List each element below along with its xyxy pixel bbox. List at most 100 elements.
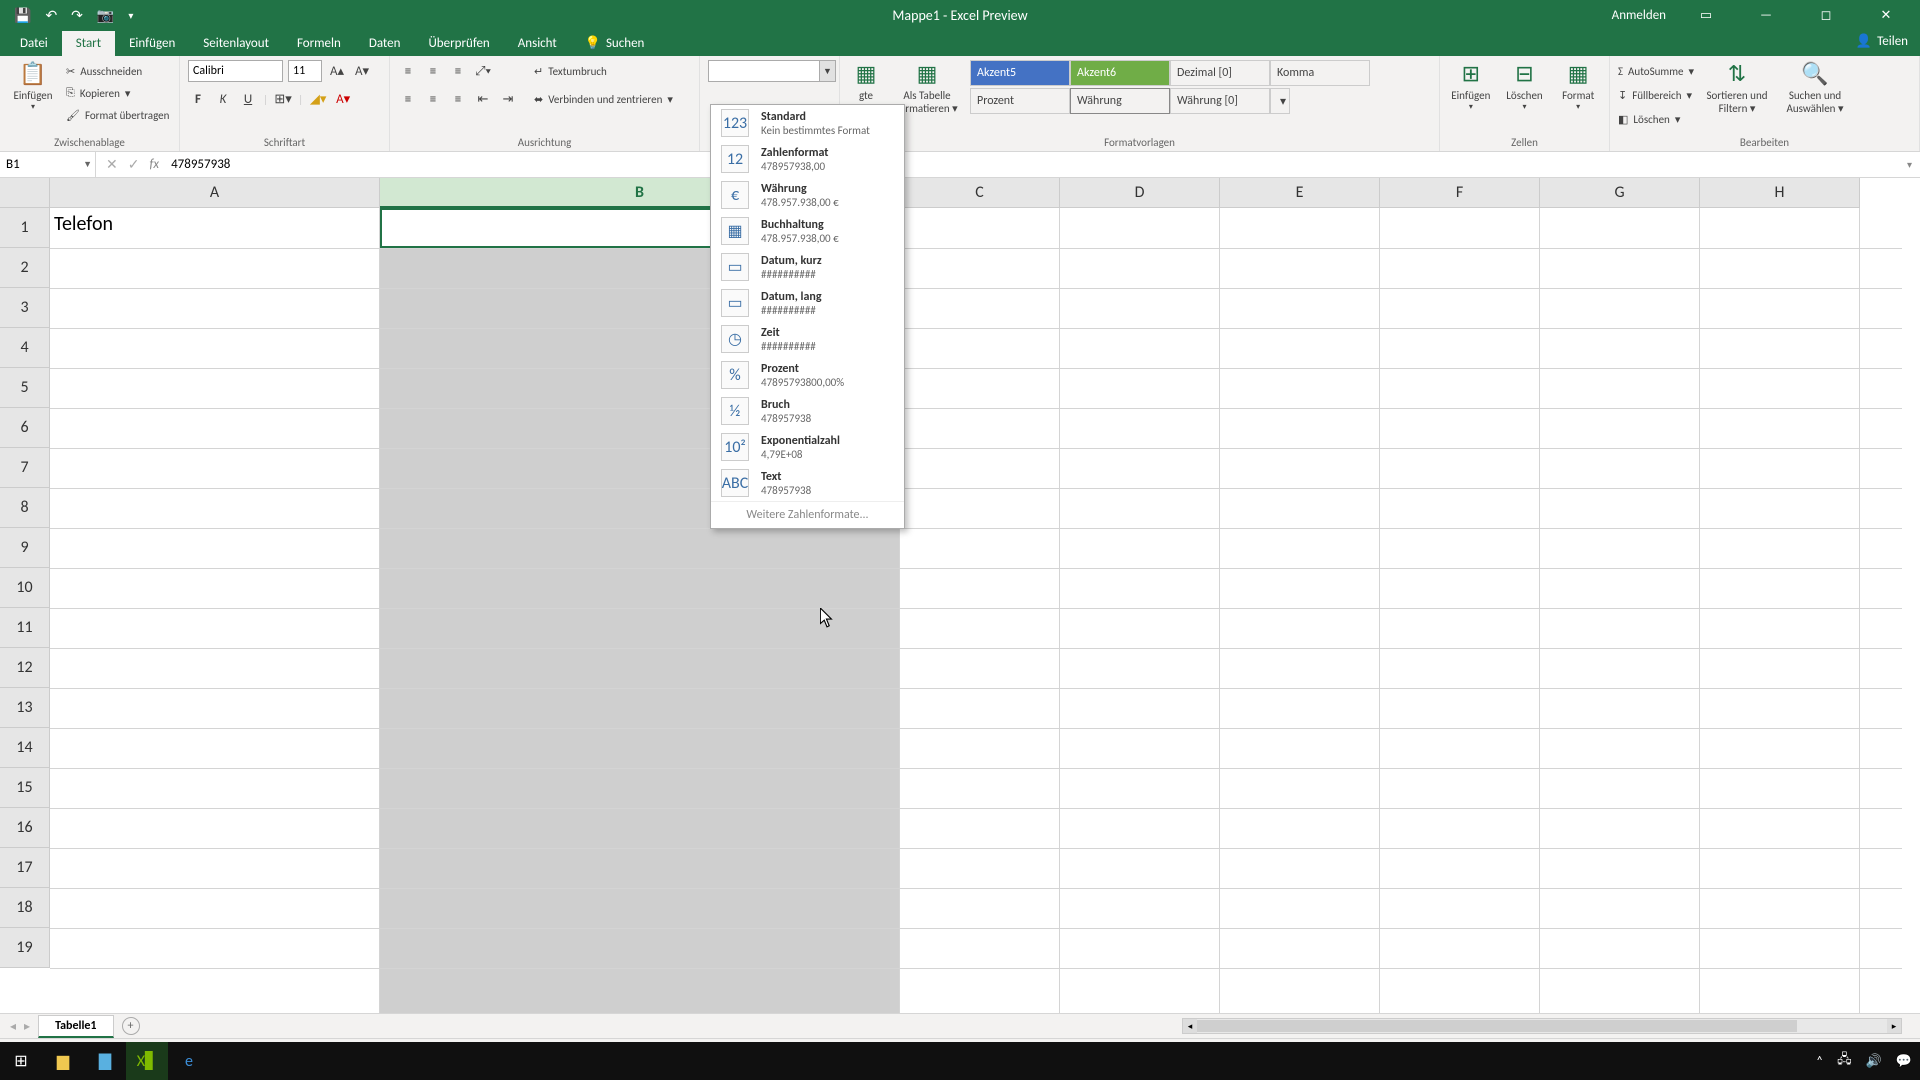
row-header[interactable]: 18 [0,888,50,928]
align-top-icon[interactable]: ≡ [398,61,418,81]
font-size-combo[interactable] [288,60,322,82]
close-icon[interactable]: ✕ [1866,8,1906,23]
taskbar-excel-icon[interactable]: X▋ [126,1042,168,1080]
numfmt-item-datumlang[interactable]: ▭Datum, lang########## [711,285,904,321]
row-header[interactable]: 10 [0,568,50,608]
numfmt-item-text[interactable]: ABCText478957938 [711,465,904,501]
numfmt-item-bruch[interactable]: ½Bruch478957938 [711,393,904,429]
merge-center-button[interactable]: ⬌Verbinden und zentrieren ▾ [534,88,673,110]
align-center-icon[interactable]: ≡ [423,89,443,109]
scroll-left-icon[interactable]: ◂ [1183,1019,1197,1033]
row-header[interactable]: 7 [0,448,50,488]
style-waehrung[interactable]: Währung [1070,88,1170,114]
insert-cells-button[interactable]: ⊞Einfügen▾ [1448,60,1494,112]
tab-datei[interactable]: Datei [6,31,62,56]
styles-more-icon[interactable]: ▾ [1270,88,1290,114]
row-header[interactable]: 1 [0,208,50,248]
fill-button[interactable]: ↧Füllbereich ▾ [1618,84,1694,106]
tab-formeln[interactable]: Formeln [283,31,355,56]
row-header[interactable]: 3 [0,288,50,328]
numfmt-item-prozent[interactable]: %Prozent47895793800,00% [711,357,904,393]
numfmt-item-zahlenformat[interactable]: 12Zahlenformat478957938,00 [711,141,904,177]
chevron-down-icon[interactable]: ▼ [83,159,92,170]
row-header[interactable]: 2 [0,248,50,288]
orientation-icon[interactable]: ⤢▾ [473,61,493,81]
taskbar-edge-icon[interactable]: e [168,1042,210,1080]
italic-button[interactable]: K [213,89,233,109]
chevron-down-icon[interactable]: ▼ [819,61,835,81]
delete-cells-button[interactable]: ⊟Löschen▾ [1502,60,1548,112]
tab-einfuegen[interactable]: Einfügen [115,31,189,56]
undo-icon[interactable]: ↶ [45,7,57,24]
underline-button[interactable]: U [238,89,258,109]
row-header[interactable]: 14 [0,728,50,768]
style-waehrung0[interactable]: Währung [0] [1170,88,1270,114]
taskbar-store-icon[interactable]: ▇ [84,1042,126,1080]
fill-color-button[interactable]: ◢▾ [308,89,328,109]
border-button[interactable]: ⊞▾ [273,89,293,109]
scroll-thumb[interactable] [1197,1020,1797,1032]
row-header[interactable]: 6 [0,408,50,448]
wrap-text-button[interactable]: ↵Textumbruch [534,60,673,82]
style-prozent[interactable]: Prozent [970,88,1070,114]
column-header[interactable]: G [1540,178,1700,208]
row-header[interactable]: 4 [0,328,50,368]
sheet-nav-first-icon[interactable]: ◂ [10,1019,16,1034]
taskbar-explorer-icon[interactable]: ▆ [42,1042,84,1080]
numfmt-more[interactable]: Weitere Zahlenformate... [711,501,904,528]
style-akzent5[interactable]: Akzent5 [970,60,1070,86]
tray-expand-icon[interactable]: ˄ [1816,1054,1823,1069]
align-left-icon[interactable]: ≡ [398,89,418,109]
column-header[interactable]: F [1380,178,1540,208]
row-header[interactable]: 11 [0,608,50,648]
column-header[interactable]: A [50,178,380,208]
increase-font-icon[interactable]: A▴ [327,61,347,81]
numfmt-item-zeit[interactable]: ◷Zeit########## [711,321,904,357]
row-header[interactable]: 9 [0,528,50,568]
enter-formula-icon[interactable]: ✓ [128,156,140,173]
tab-ueberpruefen[interactable]: Überprüfen [414,31,503,56]
font-color-button[interactable]: A▾ [333,89,353,109]
tray-network-icon[interactable]: 🖧 [1837,1050,1852,1072]
paste-button[interactable]: 📋 Einfügen▾ [8,60,58,112]
format-painter-button[interactable]: 🖌Format übertragen [66,104,169,126]
tab-ansicht[interactable]: Ansicht [504,31,571,56]
row-header[interactable]: 16 [0,808,50,848]
add-sheet-button[interactable]: + [122,1017,140,1035]
row-header[interactable]: 8 [0,488,50,528]
cancel-formula-icon[interactable]: ✕ [106,156,118,173]
numfmt-item-whrung[interactable]: €Währung478.957.938,00 € [711,177,904,213]
tab-seitenlayout[interactable]: Seitenlayout [189,31,283,56]
expand-formula-icon[interactable]: ▾ [1899,158,1920,171]
ribbon-options-icon[interactable]: ▭ [1686,8,1726,23]
bold-button[interactable]: F [188,89,208,109]
numfmt-item-datumkurz[interactable]: ▭Datum, kurz########## [711,249,904,285]
sort-filter-button[interactable]: ⇅Sortieren und Filtern ▾ [1702,60,1772,115]
redo-icon[interactable]: ↷ [71,7,83,24]
align-bottom-icon[interactable]: ≡ [448,61,468,81]
tab-start[interactable]: Start [62,31,115,56]
style-dezimal[interactable]: Dezimal [0] [1170,60,1270,86]
start-button[interactable]: ⊞ [0,1042,42,1080]
indent-dec-icon[interactable]: ⇤ [473,89,493,109]
align-middle-icon[interactable]: ≡ [423,61,443,81]
tab-daten[interactable]: Daten [355,31,415,56]
horizontal-scrollbar[interactable]: ◂ ▸ [1182,1018,1902,1034]
camera-icon[interactable]: 📷 [97,7,114,24]
numfmt-item-standard[interactable]: 123StandardKein bestimmtes Format [711,105,904,141]
minimize-icon[interactable]: — [1746,8,1786,23]
share-button[interactable]: 👤Teilen [1856,34,1908,49]
row-header[interactable]: 13 [0,688,50,728]
indent-inc-icon[interactable]: ⇥ [498,89,518,109]
row-header[interactable]: 17 [0,848,50,888]
format-cells-button[interactable]: ▦Format▾ [1555,60,1601,112]
decrease-font-icon[interactable]: A▾ [352,61,372,81]
scroll-right-icon[interactable]: ▸ [1887,1019,1901,1033]
align-right-icon[interactable]: ≡ [448,89,468,109]
style-komma[interactable]: Komma [1270,60,1370,86]
row-header[interactable]: 12 [0,648,50,688]
ribbon-search[interactable]: 💡Suchen [571,31,659,56]
find-select-button[interactable]: 🔍Suchen und Auswählen ▾ [1780,60,1850,115]
style-akzent6[interactable]: Akzent6 [1070,60,1170,86]
tray-volume-icon[interactable]: 🔊 [1866,1054,1882,1069]
